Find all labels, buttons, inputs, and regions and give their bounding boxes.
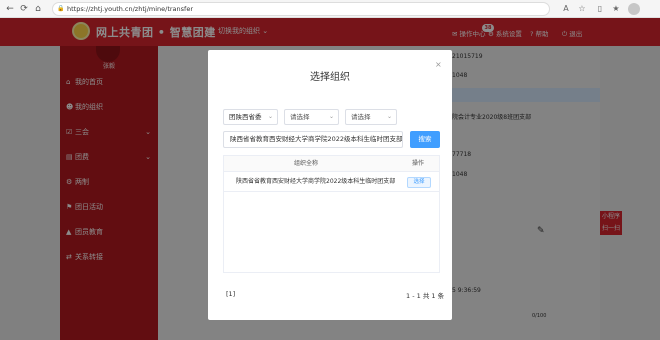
city-select[interactable]: 请选择 ⌄	[284, 109, 339, 125]
org-search-input[interactable]: 陕西省省教育西安财经大学商学院2022级本科生临时团支部	[223, 131, 403, 148]
close-icon[interactable]: ×	[435, 60, 442, 69]
refresh-icon[interactable]: ⟳	[18, 3, 30, 15]
read-aloud-icon[interactable]: A	[560, 3, 572, 15]
select-org-button[interactable]: 选择	[407, 177, 431, 188]
table-header: 组织全称 操作	[224, 156, 439, 172]
org-name-cell: 陕西省省教育西安财经大学商学院2022级本科生临时团支部	[236, 178, 396, 185]
split-screen-icon[interactable]: ▯	[594, 3, 606, 15]
page-number[interactable]: [1]	[226, 290, 235, 298]
province-select[interactable]: 团陕西省委 ⌄	[223, 109, 278, 125]
table-row: 陕西省省教育西安财经大学商学院2022级本科生临时团支部 选择	[224, 172, 439, 192]
chevron-down-icon: ⌄	[386, 113, 392, 120]
address-bar[interactable]: 🔒 https://zhtj.youth.cn/zhtj/mine/transf…	[52, 2, 550, 16]
url-text: https://zhtj.youth.cn/zhtj/mine/transfer	[67, 5, 194, 13]
favorites-bar-icon[interactable]: ★	[610, 3, 622, 15]
chevron-down-icon: ⌄	[267, 113, 273, 120]
search-button[interactable]: 搜索	[410, 131, 440, 148]
page-summary: 1 - 1 共 1 条	[406, 292, 445, 300]
district-select[interactable]: 请选择 ⌄	[345, 109, 397, 125]
column-header-name: 组织全称	[294, 160, 319, 167]
org-table: 组织全称 操作 陕西省省教育西安财经大学商学院2022级本科生临时团支部 选择	[223, 155, 440, 273]
favorite-icon[interactable]: ☆	[576, 3, 588, 15]
chevron-down-icon: ⌄	[328, 113, 334, 120]
home-icon[interactable]: ⌂	[32, 3, 44, 15]
lock-icon: 🔒	[57, 5, 65, 12]
browser-toolbar: ← ⟳ ⌂ 🔒 https://zhtj.youth.cn/zhtj/mine/…	[0, 0, 660, 18]
back-icon[interactable]: ←	[4, 3, 16, 15]
column-header-action: 操作	[412, 160, 425, 167]
profile-avatar[interactable]	[628, 3, 640, 15]
dialog-title: 选择组织	[310, 72, 350, 83]
